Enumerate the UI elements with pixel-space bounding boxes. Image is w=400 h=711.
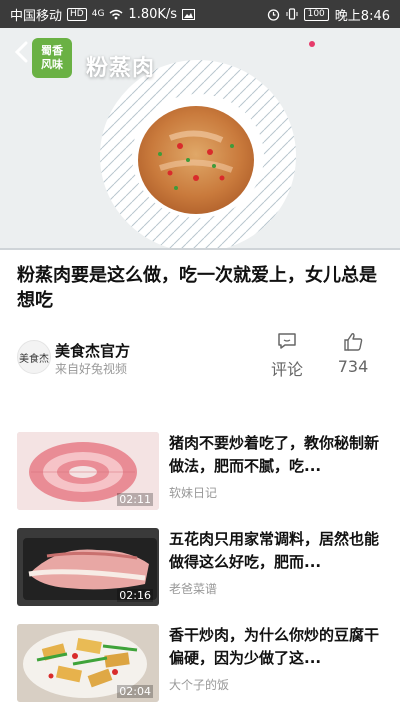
status-right: 100 晚上8:46 <box>267 5 390 24</box>
channel-badge-line1: 蜀香 <box>41 44 63 57</box>
video-thumbnail: 02:11 <box>17 432 159 510</box>
list-item-title: 香干炒肉，为什么你炒的豆腐干偏硬，因为少做了这... <box>169 626 380 667</box>
comment-label: 评论 <box>270 360 303 379</box>
channel-badge: 蜀香 风味 <box>32 38 72 78</box>
wifi-icon <box>109 9 123 19</box>
like-count: 734 <box>337 357 369 376</box>
network-speed: 1.80K/s <box>128 6 178 22</box>
video-player[interactable]: 蜀香 风味 粉蒸肉 <box>0 28 400 250</box>
author-source: 来自好兔视频 <box>55 362 128 376</box>
video-duration: 02:04 <box>117 685 153 698</box>
back-button[interactable] <box>10 38 32 66</box>
avatar[interactable]: 美食杰 <box>17 340 51 374</box>
comment-button[interactable]: 评论 <box>267 332 307 379</box>
battery-indicator: 100 <box>303 7 329 21</box>
video-thumbnail: 02:16 <box>17 528 159 606</box>
status-bar: 中国移动 HD 4G 1.80K/s 100 晚上8:46 <box>0 0 400 28</box>
image-icon <box>182 8 196 20</box>
list-item-title: 猪肉不要炒着吃了，教你秘制新做法，肥而不腻，吃... <box>169 434 380 475</box>
like-button[interactable]: 734 <box>331 332 375 378</box>
clock: 晚上8:46 <box>334 8 390 24</box>
hd-badge: HD <box>67 7 87 21</box>
list-item[interactable]: 02:16 五花肉只用家常调料，居然也能做得这么好吃，肥而... 老爸菜谱 <box>17 528 383 608</box>
list-item-source: 软妹日记 <box>169 486 218 500</box>
author-row: 美食杰 美食杰官方 来自好兔视频 评论 734 <box>17 333 387 380</box>
video-duration: 02:11 <box>117 493 153 506</box>
status-left: 中国移动 HD 4G 1.80K/s <box>10 5 196 24</box>
list-item-title: 五花肉只用家常调料，居然也能做得这么好吃，肥而... <box>169 530 380 571</box>
list-item-source: 老爸菜谱 <box>169 582 218 596</box>
comment-icon <box>278 333 296 349</box>
list-item-source: 大个子的饭 <box>169 678 230 692</box>
vibrate-icon <box>286 8 298 20</box>
video-duration: 02:16 <box>117 589 153 602</box>
channel-badge-line2: 风味 <box>41 58 63 71</box>
author-name[interactable]: 美食杰官方 <box>55 340 130 361</box>
video-overlay-title: 粉蒸肉 <box>86 56 156 81</box>
chevron-left-icon <box>14 41 28 63</box>
avatar-text: 美食杰 <box>19 353 49 365</box>
video-thumbnail: 02:04 <box>17 624 159 702</box>
video-title: 粉蒸肉要是这么做，吃一次就爱上，女儿总是想吃 <box>17 265 377 311</box>
carrier-label: 中国移动 <box>10 8 63 24</box>
list-item[interactable]: 02:04 香干炒肉，为什么你炒的豆腐干偏硬，因为少做了这... 大个子的饭 <box>17 624 383 704</box>
video-progress-bar[interactable] <box>0 248 400 250</box>
alarm-icon <box>267 8 279 21</box>
list-item[interactable]: 02:11 猪肉不要炒着吃了，教你秘制新做法，肥而不腻，吃... 软妹日记 <box>17 432 383 512</box>
signal-icon: 4G <box>91 9 105 19</box>
thumbs-up-icon <box>344 333 363 351</box>
